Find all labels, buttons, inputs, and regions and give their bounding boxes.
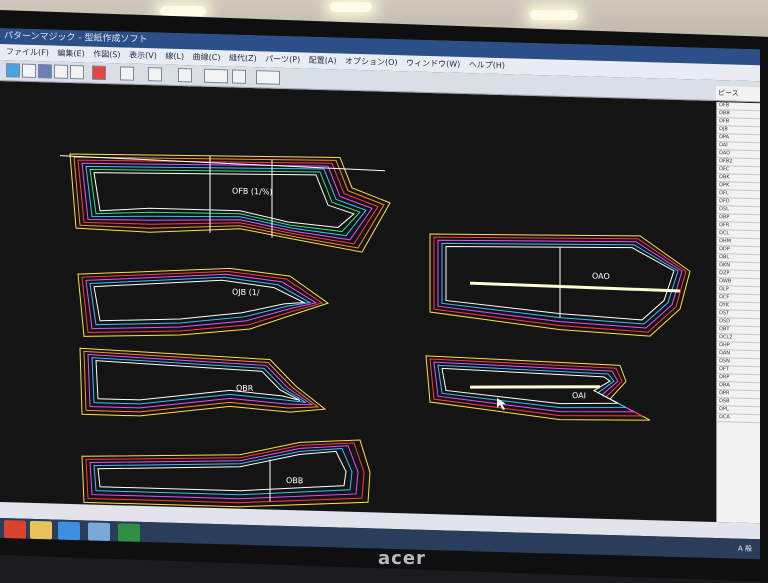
undo-icon[interactable] [120, 66, 134, 81]
zoom-icon[interactable] [204, 68, 228, 84]
monitor-brand-logo: acer [378, 548, 426, 569]
piece-list-item[interactable]: OCA [717, 414, 760, 424]
menu-curve[interactable]: 曲線(C) [193, 49, 221, 66]
menu-file[interactable]: ファイル(F) [6, 44, 49, 61]
menu-help[interactable]: ヘルプ(H) [469, 57, 505, 74]
piece-oai[interactable]: OAI [425, 355, 651, 422]
piece-obb[interactable]: OBB [81, 432, 371, 510]
ceiling-light [160, 6, 206, 16]
piece-label-obb: OBB [286, 476, 303, 485]
piece-label-oao: OAO [592, 272, 610, 281]
menu-edit[interactable]: 編集(E) [57, 46, 84, 63]
pattern-canvas[interactable]: OFB (1/%) OJB (1/ OBR OBB OAO OAI [0, 82, 716, 522]
layer-icon[interactable] [232, 69, 246, 84]
redo-icon[interactable] [148, 67, 162, 82]
grade-icon[interactable] [178, 67, 192, 83]
open-icon[interactable] [22, 63, 36, 79]
cut-icon[interactable] [70, 64, 84, 80]
ceiling-light [530, 10, 578, 20]
delete-icon[interactable] [92, 65, 106, 80]
menu-seam[interactable]: 縫代(Z) [229, 50, 257, 67]
print-icon[interactable] [54, 64, 68, 79]
menu-window[interactable]: ウィンドウ(W) [406, 55, 460, 73]
folder-icon[interactable] [30, 520, 52, 540]
piece-list-panel[interactable]: OFB OBB OFB OJB OPA OAI OAO OFB2 OFC OBK OPK OFL OFD… [716, 101, 760, 524]
piece-list-header: ピース [716, 85, 760, 102]
menu-line[interactable]: 線(L) [165, 49, 184, 66]
system-tray[interactable]: A 般 [738, 544, 752, 554]
pattern-drawing: OFB (1/%) OJB (1/ OBR OBB OAO OAI [59, 150, 691, 510]
ceiling-light [330, 2, 372, 12]
save-icon[interactable] [38, 64, 52, 79]
menu-view[interactable]: 表示(V) [129, 48, 157, 65]
menu-draw[interactable]: 作図(S) [93, 47, 120, 64]
ie-icon[interactable] [58, 521, 80, 541]
piece-label-obr: OBR [236, 384, 254, 393]
menu-option[interactable]: オプション(O) [345, 54, 398, 71]
grid-icon[interactable] [256, 70, 280, 85]
menu-arrange[interactable]: 配置(A) [309, 53, 337, 70]
piece-ojb[interactable]: OJB (1/ [77, 264, 330, 343]
piece-label-ofb: OFB (1/%) [232, 186, 273, 196]
piece-label-ojb: OJB (1/ [232, 287, 260, 297]
piece-ofb[interactable]: OFB (1/%) [59, 150, 391, 253]
piece-obr[interactable]: OBR [79, 347, 327, 421]
piece-label-oai: OAI [572, 391, 586, 400]
monitor-screen: パターンマジック - 型紙作成ソフト ファイル(F) 編集(E) 作図(S) 表… [0, 28, 760, 560]
excel-icon[interactable] [118, 523, 140, 542]
start-icon[interactable] [4, 520, 26, 539]
piece-oao[interactable]: OAO [429, 230, 691, 337]
new-icon[interactable] [6, 63, 20, 78]
menu-parts[interactable]: パーツ(P) [265, 51, 300, 68]
app-icon[interactable] [88, 522, 110, 542]
